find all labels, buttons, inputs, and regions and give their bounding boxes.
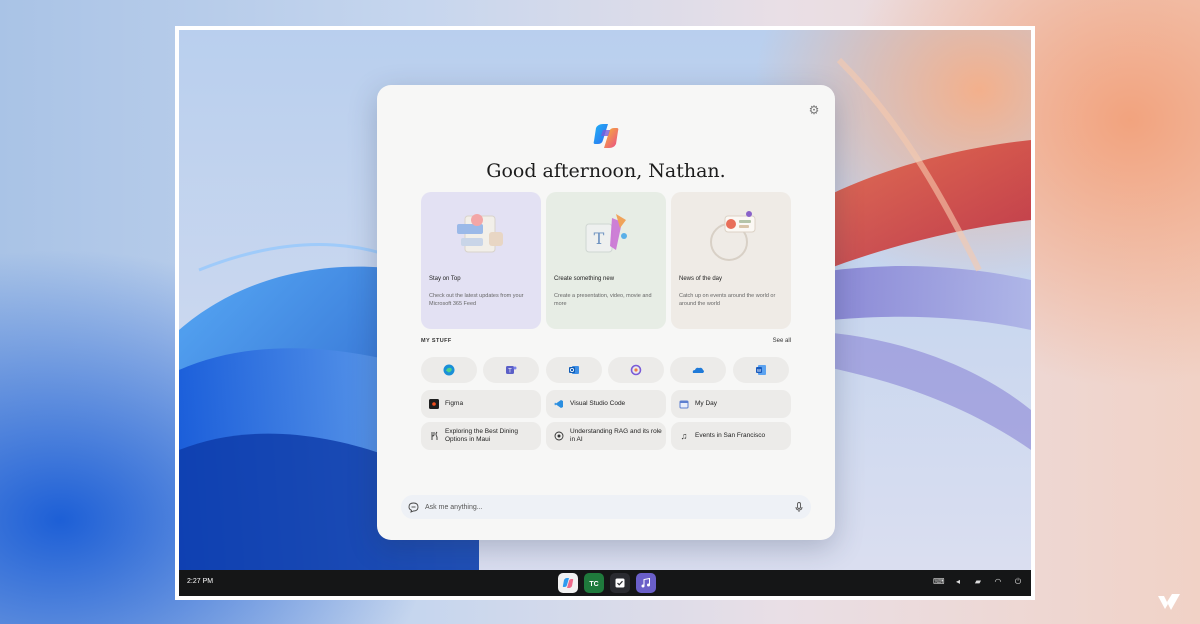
card-title: Create something new xyxy=(554,276,615,282)
keyboard-icon[interactable]: ⌨ xyxy=(933,577,945,587)
item-figma[interactable]: Figma xyxy=(421,390,541,418)
app-word[interactable]: W xyxy=(733,357,789,383)
card-title: News of the day xyxy=(679,276,723,282)
item-label: Events in San Francisco xyxy=(695,432,766,439)
figma-icon xyxy=(429,399,439,409)
item-vscode[interactable]: Visual Studio Code xyxy=(546,390,666,418)
item-my-day[interactable]: My Day xyxy=(671,390,791,418)
item-label: Figma xyxy=(445,400,464,407)
feed-illustration xyxy=(457,214,503,253)
tasks-dock-icon[interactable] xyxy=(610,573,630,593)
screenshot-frame: ⚙ Good afternoon, Nathan. Stay on Top Ch… xyxy=(175,26,1035,600)
app-edge[interactable] xyxy=(421,357,477,383)
outlook-icon xyxy=(569,366,579,374)
microphone-icon[interactable] xyxy=(793,501,805,513)
vscode-icon xyxy=(554,399,564,409)
my-stuff-heading: MY STUFF xyxy=(421,338,452,344)
item-label: Exploring the Best Dining Options in Mau… xyxy=(445,428,518,443)
card-news-of-the-day[interactable]: News of the day Catch up on events aroun… xyxy=(671,192,791,329)
dock: TC xyxy=(558,573,656,593)
app-copilot[interactable] xyxy=(608,357,664,383)
svg-text:T: T xyxy=(594,229,605,248)
copilot-app-icon xyxy=(630,364,642,376)
chat-icon xyxy=(407,501,419,513)
word-icon: W xyxy=(756,365,766,375)
see-all-link[interactable]: See all xyxy=(773,338,791,344)
brand-logo xyxy=(1158,594,1180,610)
item-label: Visual Studio Code xyxy=(570,400,626,407)
folder-icon[interactable]: ▰ xyxy=(973,577,983,587)
system-tray: ⌨ ◂ ▰ ◠ ⏻ xyxy=(933,577,1023,587)
card-create-something-new[interactable]: T Create something new Create a presenta… xyxy=(546,192,666,329)
onedrive-icon xyxy=(692,367,704,373)
item-dining-maui[interactable]: Exploring the Best Dining Options in Mau… xyxy=(421,422,541,450)
ai-icon xyxy=(554,431,564,441)
card-stay-on-top[interactable]: Stay on Top Check out the latest updates… xyxy=(421,192,541,329)
create-illustration: T xyxy=(585,214,627,253)
power-icon[interactable]: ⏻ xyxy=(1013,577,1023,587)
item-label: My Day xyxy=(695,400,718,407)
terminal-dock-icon[interactable]: TC xyxy=(584,573,604,593)
edge-icon xyxy=(443,364,455,376)
item-rag-ai[interactable]: Understanding RAG and its role in AI xyxy=(546,422,666,450)
card-description: Check out the latest updates from your M… xyxy=(429,293,524,307)
card-description: Create a presentation, video, movie and … xyxy=(554,293,652,307)
svg-text:T: T xyxy=(508,369,512,375)
music-dock-icon[interactable] xyxy=(636,573,656,593)
greeting-heading: Good afternoon, Nathan. xyxy=(486,160,726,182)
music-icon: ♫ xyxy=(680,431,688,441)
clock[interactable]: 2:27 PM xyxy=(187,578,213,585)
svg-text:TC: TC xyxy=(589,581,598,588)
copilot-dock-icon[interactable] xyxy=(558,573,578,593)
card-title: Stay on Top xyxy=(429,276,461,282)
item-events-sf[interactable]: ♫ Events in San Francisco xyxy=(671,422,791,450)
taskbar: 2:27 PM TC ⌨ ◂ ▰ ◠ ⏻ xyxy=(179,570,1031,596)
copilot-panel: ⚙ Good afternoon, Nathan. Stay on Top Ch… xyxy=(377,85,835,540)
news-illustration xyxy=(710,211,756,261)
copilot-logo xyxy=(593,124,619,148)
app-onedrive[interactable] xyxy=(670,357,726,383)
settings-icon[interactable]: ⚙ xyxy=(807,103,821,117)
app-outlook[interactable] xyxy=(546,357,602,383)
ask-placeholder[interactable]: Ask me anything... xyxy=(425,504,793,511)
item-label: Understanding RAG and its role in AI xyxy=(570,428,662,443)
dining-icon xyxy=(429,431,439,441)
card-description: Catch up on events around the world or a… xyxy=(679,293,776,307)
calendar-icon xyxy=(679,399,689,409)
volume-icon[interactable]: ◂ xyxy=(953,577,963,587)
desktop: ⚙ Good afternoon, Nathan. Stay on Top Ch… xyxy=(179,30,1031,596)
teams-icon: T xyxy=(506,366,517,375)
wifi-icon[interactable]: ◠ xyxy=(993,577,1003,587)
app-teams[interactable]: T xyxy=(483,357,539,383)
ask-input-bar[interactable]: Ask me anything... xyxy=(401,495,811,519)
